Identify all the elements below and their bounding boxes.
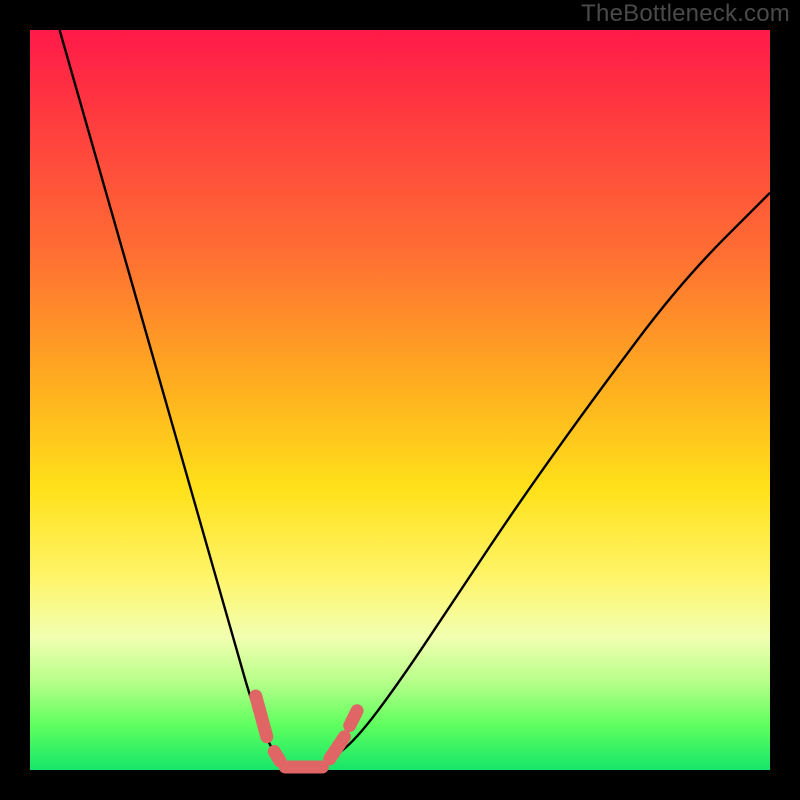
valley-left-dot (274, 752, 280, 762)
chart-frame: TheBottleneck.com (0, 0, 800, 800)
valley-markers (256, 696, 357, 767)
valley-left-dash (256, 696, 267, 737)
valley-right-dash (330, 737, 345, 759)
plot-area (30, 30, 770, 770)
valley-right-dot (350, 711, 357, 726)
bottleneck-curve (60, 30, 770, 770)
curve-svg (30, 30, 770, 770)
watermark-text: TheBottleneck.com (581, 0, 790, 28)
